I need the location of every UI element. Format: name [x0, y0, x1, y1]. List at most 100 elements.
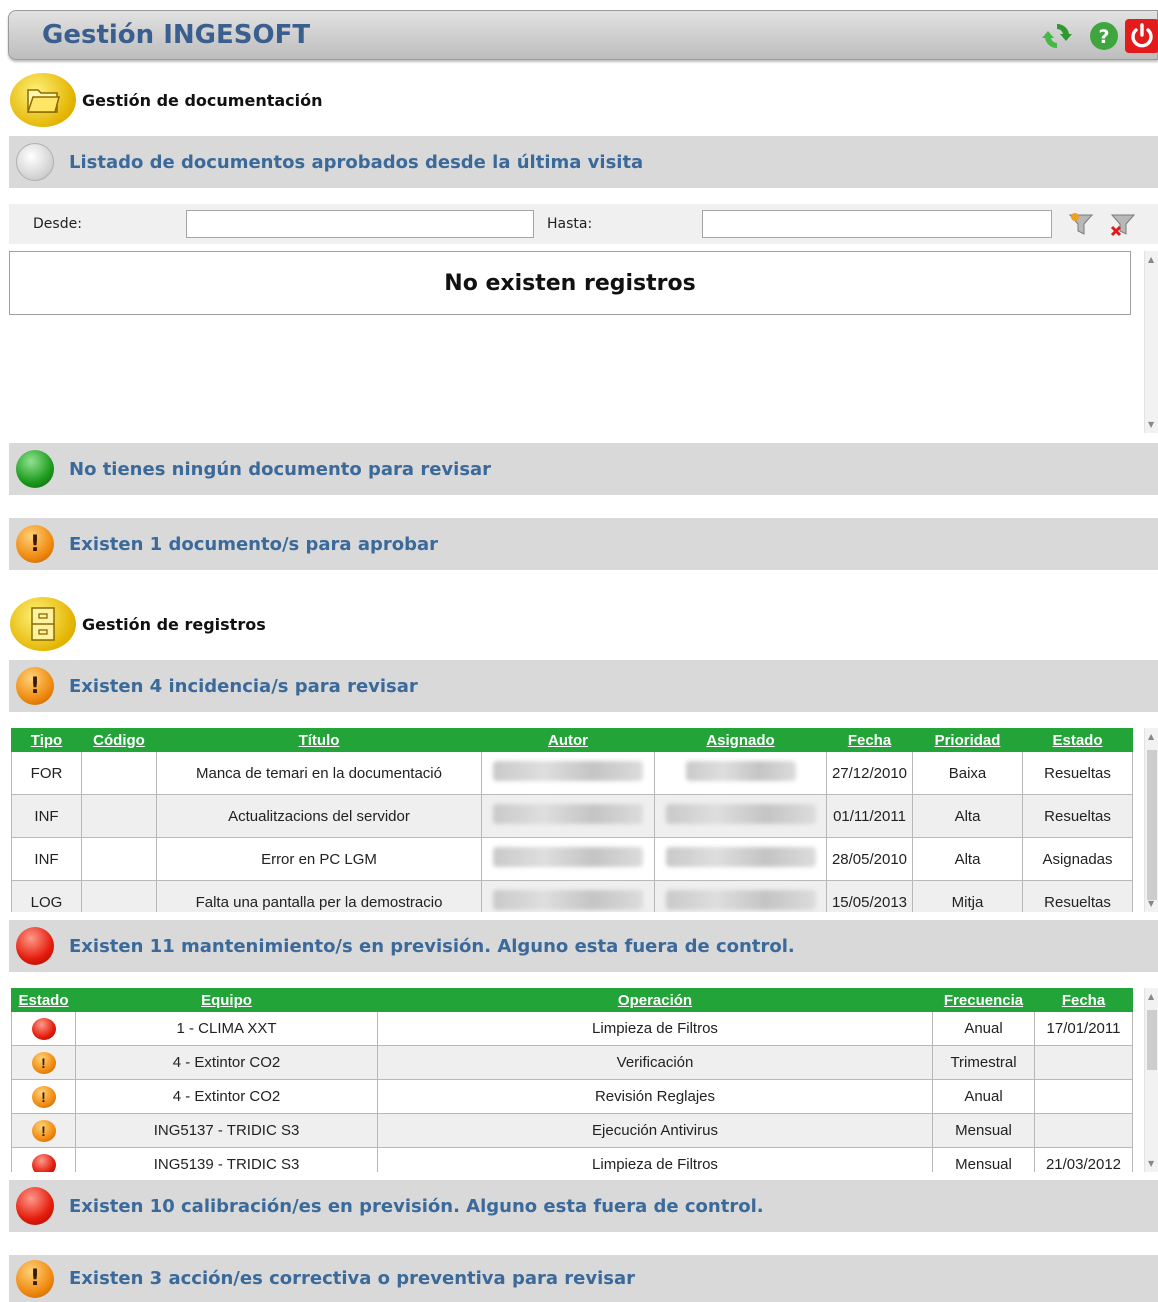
cell-estado [11, 1147, 76, 1172]
cell-fecha [1034, 1113, 1133, 1148]
status-green-icon [16, 450, 54, 488]
approve-docs-title: Existen 1 documento/s para aprobar [69, 533, 439, 555]
doc-section-title: Gestión de documentación [82, 90, 323, 110]
cell-fecha [1034, 1079, 1133, 1114]
date-filter: Desde: Hasta: [9, 204, 1158, 244]
alert-red-icon [31, 1153, 56, 1172]
table-row[interactable]: INF Error en PC LGM 28/05/2010 Alta Asig… [11, 837, 1133, 881]
review-docs-bar[interactable]: No tienes ningún documento para revisar [9, 443, 1158, 495]
cell-estado: Resueltas [1022, 880, 1133, 912]
cell-prioridad: Mitja [912, 880, 1023, 912]
col-header-tipo[interactable]: Tipo [11, 728, 82, 752]
power-icon[interactable] [1125, 19, 1158, 53]
cell-titulo: Falta una pantalla per la demostracio [156, 880, 482, 912]
actions-bar[interactable]: ! Existen 3 acción/es correctiva o preve… [9, 1255, 1158, 1302]
alert-red-icon [16, 1187, 54, 1225]
cell-estado: ! [11, 1045, 76, 1080]
cell-fecha: 15/05/2013 [826, 880, 913, 912]
maintenance-scrollbar[interactable]: ▲ ▼ [1144, 988, 1158, 1172]
maintenance-bar[interactable]: Existen 11 mantenimiento/s en previsión.… [9, 920, 1158, 972]
col-header-autor[interactable]: Autor [481, 728, 655, 752]
cell-estado: Asignadas [1022, 837, 1133, 881]
incidents-title: Existen 4 incidencia/s para revisar [69, 675, 418, 697]
cell-fecha: 17/01/2011 [1034, 1011, 1133, 1046]
col-header-operacion[interactable]: Operación [377, 988, 933, 1012]
cell-equipo: 4 - Extintor CO2 [75, 1045, 378, 1080]
status-gray-icon [16, 143, 54, 181]
cell-fecha: 27/12/2010 [826, 751, 913, 795]
col-header-fecha[interactable]: Fecha [826, 728, 913, 752]
table-header-row: Tipo Código Título Autor Asignado Fecha … [11, 728, 1133, 752]
cell-equipo: ING5137 - TRIDIC S3 [75, 1113, 378, 1148]
clear-filter-icon[interactable] [1109, 210, 1137, 238]
help-icon[interactable]: ? [1089, 21, 1119, 51]
cell-equipo: 4 - Extintor CO2 [75, 1079, 378, 1114]
col-header-estado[interactable]: Estado [11, 988, 76, 1012]
cell-prioridad: Baixa [912, 751, 1023, 795]
col-header-codigo[interactable]: Código [81, 728, 157, 752]
col-header-asignado[interactable]: Asignado [654, 728, 827, 752]
incidents-table-viewport: Tipo Código Título Autor Asignado Fecha … [0, 728, 1158, 912]
calibration-title: Existen 10 calibración/es en previsión. … [69, 1195, 764, 1217]
approved-docs-bar[interactable]: Listado de documentos aprobados desde la… [9, 136, 1158, 188]
app-title: Gestión INGESOFT [42, 20, 311, 50]
maintenance-table-viewport: Estado Equipo Operación Frecuencia Fecha… [0, 988, 1158, 1172]
incidents-scrollbar[interactable]: ▲ ▼ [1144, 728, 1158, 912]
cell-titulo: Manca de temari en la documentació [156, 751, 482, 795]
col-header-titulo[interactable]: Título [156, 728, 482, 752]
cell-autor [481, 880, 655, 912]
table-row[interactable]: ! 4 - Extintor CO2 Verificación Trimestr… [11, 1045, 1133, 1080]
table-row[interactable]: INF Actualitzacions del servidor 01/11/2… [11, 794, 1133, 838]
cell-operacion: Ejecución Antivirus [377, 1113, 933, 1148]
table-row[interactable]: ING5139 - TRIDIC S3 Limpieza de Filtros … [11, 1147, 1133, 1172]
col-header-prioridad[interactable]: Prioridad [912, 728, 1023, 752]
cell-frecuencia: Mensual [932, 1113, 1035, 1148]
alert-red-icon [16, 927, 54, 965]
cell-operacion: Limpieza de Filtros [377, 1147, 933, 1172]
col-header-equipo[interactable]: Equipo [75, 988, 378, 1012]
table-row[interactable]: FOR Manca de temari en la documentació 2… [11, 751, 1133, 795]
cell-frecuencia: Mensual [932, 1147, 1035, 1172]
table-row[interactable]: 1 - CLIMA XXT Limpieza de Filtros Anual … [11, 1011, 1133, 1046]
cell-tipo: INF [11, 837, 82, 881]
table-row[interactable]: ! 4 - Extintor CO2 Revisión Reglajes Anu… [11, 1079, 1133, 1114]
filter-icon[interactable] [1067, 210, 1095, 238]
cell-estado: ! [11, 1079, 76, 1114]
cell-fecha: 28/05/2010 [826, 837, 913, 881]
approved-docs-title: Listado de documentos aprobados desde la… [69, 151, 644, 173]
warning-icon: ! [31, 1085, 56, 1108]
cell-autor [481, 837, 655, 881]
cell-equipo: ING5139 - TRIDIC S3 [75, 1147, 378, 1172]
approve-docs-bar[interactable]: ! Existen 1 documento/s para aprobar [9, 518, 1158, 570]
empty-message: No existen registros [9, 251, 1131, 315]
to-date-input[interactable] [702, 210, 1052, 238]
table-row[interactable]: LOG Falta una pantalla per la demostraci… [11, 880, 1133, 912]
incidents-bar[interactable]: ! Existen 4 incidencia/s para revisar [9, 660, 1158, 712]
cell-equipo: 1 - CLIMA XXT [75, 1011, 378, 1046]
folder-icon [10, 73, 76, 127]
cell-estado: Resueltas [1022, 751, 1133, 795]
cell-asignado [654, 880, 827, 912]
doc-section-header: Gestión de documentación [10, 72, 323, 128]
cell-asignado [654, 751, 827, 795]
table-row[interactable]: ! ING5137 - TRIDIC S3 Ejecución Antiviru… [11, 1113, 1133, 1148]
cell-codigo [81, 751, 157, 795]
blurred-text [493, 847, 643, 867]
col-header-fecha[interactable]: Fecha [1034, 988, 1133, 1012]
cell-estado [11, 1011, 76, 1046]
warning-icon: ! [31, 1051, 56, 1074]
cell-tipo: LOG [11, 880, 82, 912]
refresh-icon[interactable] [1042, 21, 1072, 51]
incidents-table: Tipo Código Título Autor Asignado Fecha … [11, 728, 1133, 912]
from-date-input[interactable] [186, 210, 534, 238]
cell-prioridad: Alta [912, 794, 1023, 838]
cell-fecha: 01/11/2011 [826, 794, 913, 838]
calibration-bar[interactable]: Existen 10 calibración/es en previsión. … [9, 1180, 1158, 1232]
warning-icon: ! [16, 1259, 54, 1298]
col-header-frecuencia[interactable]: Frecuencia [932, 988, 1035, 1012]
cell-codigo [81, 794, 157, 838]
col-header-estado[interactable]: Estado [1022, 728, 1133, 752]
cell-estado: ! [11, 1113, 76, 1148]
approved-docs-scrollbar[interactable]: ▲ ▼ [1144, 251, 1158, 433]
reg-section-header: Gestión de registros [10, 596, 266, 652]
